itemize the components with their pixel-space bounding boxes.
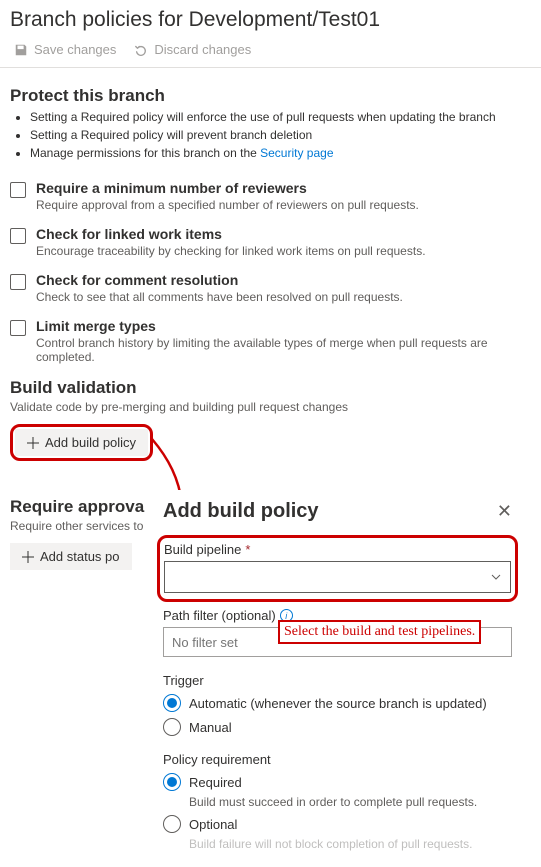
discard-button[interactable]: Discard changes: [134, 42, 251, 57]
plus-icon: [27, 437, 39, 449]
req-required-radio[interactable]: [163, 773, 181, 791]
add-status-policy-button[interactable]: Add status po: [10, 543, 132, 570]
chevron-down-icon: [490, 571, 502, 583]
security-page-link[interactable]: Security page: [260, 146, 333, 160]
build-pipeline-label: Build pipeline *: [164, 542, 511, 557]
build-validation-heading: Build validation: [10, 378, 531, 398]
comments-title: Check for comment resolution: [36, 272, 403, 288]
trigger-auto-radio[interactable]: [163, 694, 181, 712]
build-pipeline-select[interactable]: [164, 561, 511, 593]
req-required-label: Required: [189, 775, 242, 790]
policy-req-label: Policy requirement: [163, 752, 512, 767]
req-optional-radio[interactable]: [163, 815, 181, 833]
protect-bullets: Setting a Required policy will enforce t…: [10, 108, 531, 162]
workitems-desc: Encourage traceability by checking for l…: [36, 244, 426, 258]
annotation-highlight-pipeline: Build pipeline *: [157, 535, 518, 602]
dialog-title: Add build policy: [163, 500, 319, 523]
add-build-policy-button[interactable]: Add build policy: [15, 429, 148, 456]
workitems-checkbox[interactable]: [10, 228, 26, 244]
undo-icon: [134, 43, 148, 57]
trigger-manual-label: Manual: [189, 720, 232, 735]
comments-checkbox[interactable]: [10, 274, 26, 290]
trigger-auto-label: Automatic (whenever the source branch is…: [189, 696, 487, 711]
merge-title: Limit merge types: [36, 318, 531, 334]
page-title: Branch policies for Development/Test01: [0, 0, 541, 36]
req-optional-label: Optional: [189, 817, 237, 832]
toolbar: Save changes Discard changes: [0, 36, 541, 68]
req-required-sub: Build must succeed in order to complete …: [189, 795, 512, 809]
plus-icon: [22, 551, 34, 563]
reviewers-title: Require a minimum number of reviewers: [36, 180, 419, 196]
annotation-highlight-addbuild: Add build policy: [10, 424, 153, 461]
save-icon: [14, 43, 28, 57]
annotation-text: Select the build and test pipelines.: [278, 620, 481, 644]
trigger-label: Trigger: [163, 673, 512, 688]
merge-checkbox[interactable]: [10, 320, 26, 336]
comments-desc: Check to see that all comments have been…: [36, 290, 403, 304]
merge-desc: Control branch history by limiting the a…: [36, 336, 531, 364]
reviewers-desc: Require approval from a specified number…: [36, 198, 419, 212]
save-button[interactable]: Save changes: [14, 42, 116, 57]
close-icon[interactable]: ✕: [497, 501, 512, 522]
req-optional-sub: Build failure will not block completion …: [189, 837, 512, 851]
build-validation-desc: Validate code by pre-merging and buildin…: [10, 400, 531, 414]
reviewers-checkbox[interactable]: [10, 182, 26, 198]
trigger-manual-radio[interactable]: [163, 718, 181, 736]
protect-heading: Protect this branch: [10, 86, 531, 106]
workitems-title: Check for linked work items: [36, 226, 426, 242]
add-build-policy-dialog: Add build policy ✕ Build pipeline * Path…: [145, 490, 530, 867]
